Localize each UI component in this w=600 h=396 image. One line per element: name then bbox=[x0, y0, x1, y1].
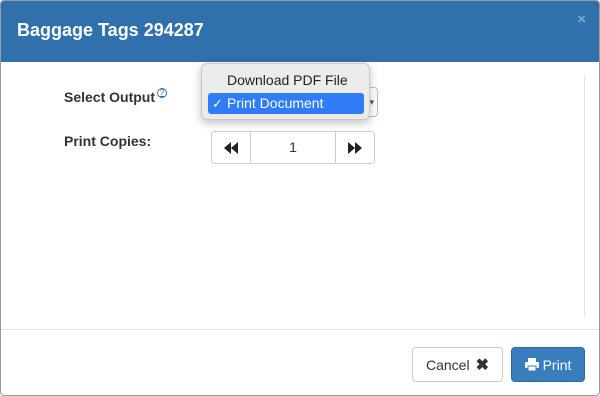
dropdown-option-download-pdf[interactable]: Download PDF File bbox=[208, 70, 364, 91]
cancel-button[interactable]: Cancel ✖ bbox=[412, 347, 503, 382]
print-copies-stepper bbox=[211, 131, 375, 164]
check-icon: ✓ bbox=[212, 96, 223, 111]
dropdown-option-print-document[interactable]: ✓ Print Document bbox=[208, 93, 364, 114]
baggage-tags-dialog: Baggage Tags 294287 × Select Output? ▾ D… bbox=[0, 0, 600, 396]
close-icon[interactable]: × bbox=[577, 11, 586, 29]
dialog-title: Baggage Tags 294287 bbox=[17, 20, 204, 40]
dropdown-option-label: Print Document bbox=[227, 95, 324, 111]
double-chevron-left-icon bbox=[224, 141, 238, 154]
print-button-label: Print bbox=[542, 356, 572, 373]
output-dropdown-menu: Download PDF File ✓ Print Document bbox=[201, 63, 370, 120]
select-output-label: Select Output? bbox=[64, 88, 168, 105]
copies-input[interactable] bbox=[251, 132, 335, 163]
chevron-down-icon: ▾ bbox=[369, 97, 374, 107]
dialog-footer: Cancel ✖ Print bbox=[1, 329, 599, 395]
print-copies-label: Print Copies: bbox=[64, 133, 152, 149]
decrement-button[interactable] bbox=[212, 132, 251, 163]
increment-button[interactable] bbox=[335, 132, 374, 163]
print-button[interactable]: Print bbox=[511, 347, 585, 382]
printer-icon bbox=[524, 358, 539, 371]
scrollbar-track[interactable] bbox=[584, 75, 585, 317]
select-output-label-text: Select Output bbox=[64, 89, 156, 105]
help-icon[interactable]: ? bbox=[157, 88, 168, 98]
dialog-header: Baggage Tags 294287 × bbox=[1, 1, 599, 62]
double-chevron-right-icon bbox=[348, 141, 362, 154]
x-icon: ✖ bbox=[475, 356, 489, 374]
dialog-body: Select Output? ▾ Download PDF File ✓ Pri… bbox=[1, 62, 599, 329]
dropdown-option-label: Download PDF File bbox=[227, 72, 348, 88]
cancel-button-label: Cancel bbox=[426, 356, 470, 373]
